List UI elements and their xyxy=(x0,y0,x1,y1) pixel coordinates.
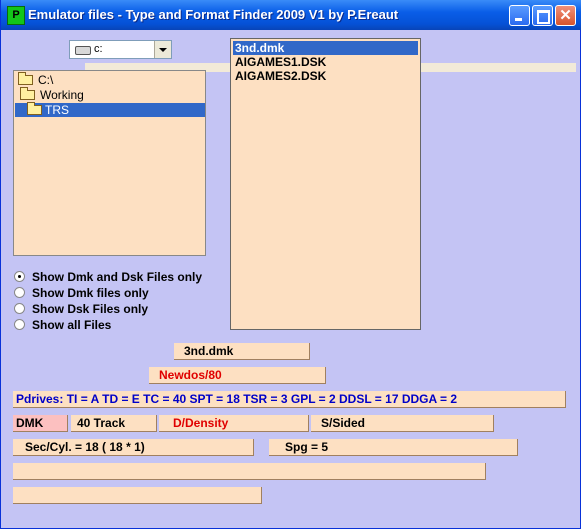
folder-open-icon xyxy=(18,72,33,85)
extra-info-field xyxy=(13,463,486,480)
folder-open-icon xyxy=(20,87,35,100)
close-icon: ✕ xyxy=(559,7,572,24)
drive-icon xyxy=(75,46,91,55)
folder-open-icon xyxy=(27,102,42,115)
directory-list[interactable]: C:\ Working TRS xyxy=(13,70,206,256)
maximize-icon xyxy=(537,10,550,24)
chevron-down-icon[interactable] xyxy=(154,41,171,58)
directory-item-working[interactable]: Working xyxy=(18,87,198,102)
close-button[interactable]: ✕ xyxy=(555,5,576,26)
extra-info-field-2 xyxy=(13,487,262,504)
filter-radio-label: Show all Files xyxy=(32,318,112,332)
pdrives-field: Pdrives: TI = A TD = E TC = 40 SPT = 18 … xyxy=(13,391,566,408)
drive-select-value: c: xyxy=(94,43,103,55)
file-item[interactable]: AIGAMES1.DSK xyxy=(233,55,418,69)
dos-field: Newdos/80 xyxy=(149,367,326,384)
tracks-field: 40 Track xyxy=(71,415,157,432)
sec-cyl-field: Sec/Cyl. = 18 ( 18 * 1) xyxy=(13,439,254,456)
density-field: D/Density xyxy=(159,415,309,432)
file-item[interactable]: 3nd.dmk xyxy=(233,41,418,55)
file-item[interactable]: AIGAMES2.DSK xyxy=(233,69,418,83)
type-field: DMK xyxy=(13,415,68,432)
main-window: P Emulator files - Type and Format Finde… xyxy=(0,0,581,529)
app-icon: P xyxy=(7,6,25,25)
title-bar[interactable]: P Emulator files - Type and Format Finde… xyxy=(1,0,581,30)
file-list[interactable]: 3nd.dmk AIGAMES1.DSK AIGAMES2.DSK xyxy=(230,38,421,330)
minimize-button[interactable] xyxy=(509,5,530,26)
filename-field: 3nd.dmk xyxy=(174,343,310,360)
minimize-icon xyxy=(515,18,522,21)
filter-radio-label: Show Dmk files only xyxy=(32,286,149,300)
window-title: Emulator files - Type and Format Finder … xyxy=(28,7,399,22)
radio-button-icon[interactable] xyxy=(14,303,25,314)
directory-item-root[interactable]: C:\ xyxy=(18,72,198,87)
drive-select[interactable]: c: xyxy=(69,40,172,59)
radio-button-icon[interactable] xyxy=(14,319,25,330)
filter-radio-label: Show Dmk and Dsk Files only xyxy=(32,270,203,284)
spg-field: Spg = 5 xyxy=(269,439,518,456)
radio-button-icon[interactable] xyxy=(14,271,25,282)
filter-radio-label: Show Dsk Files only xyxy=(32,302,149,316)
directory-item-label: C:\ xyxy=(38,73,54,87)
radio-button-icon[interactable] xyxy=(14,287,25,298)
directory-item-trs[interactable]: TRS xyxy=(15,102,205,117)
sides-field: S/Sided xyxy=(311,415,494,432)
directory-item-label: Working xyxy=(40,88,84,102)
directory-item-label: TRS xyxy=(45,103,69,117)
maximize-button[interactable] xyxy=(532,5,553,26)
